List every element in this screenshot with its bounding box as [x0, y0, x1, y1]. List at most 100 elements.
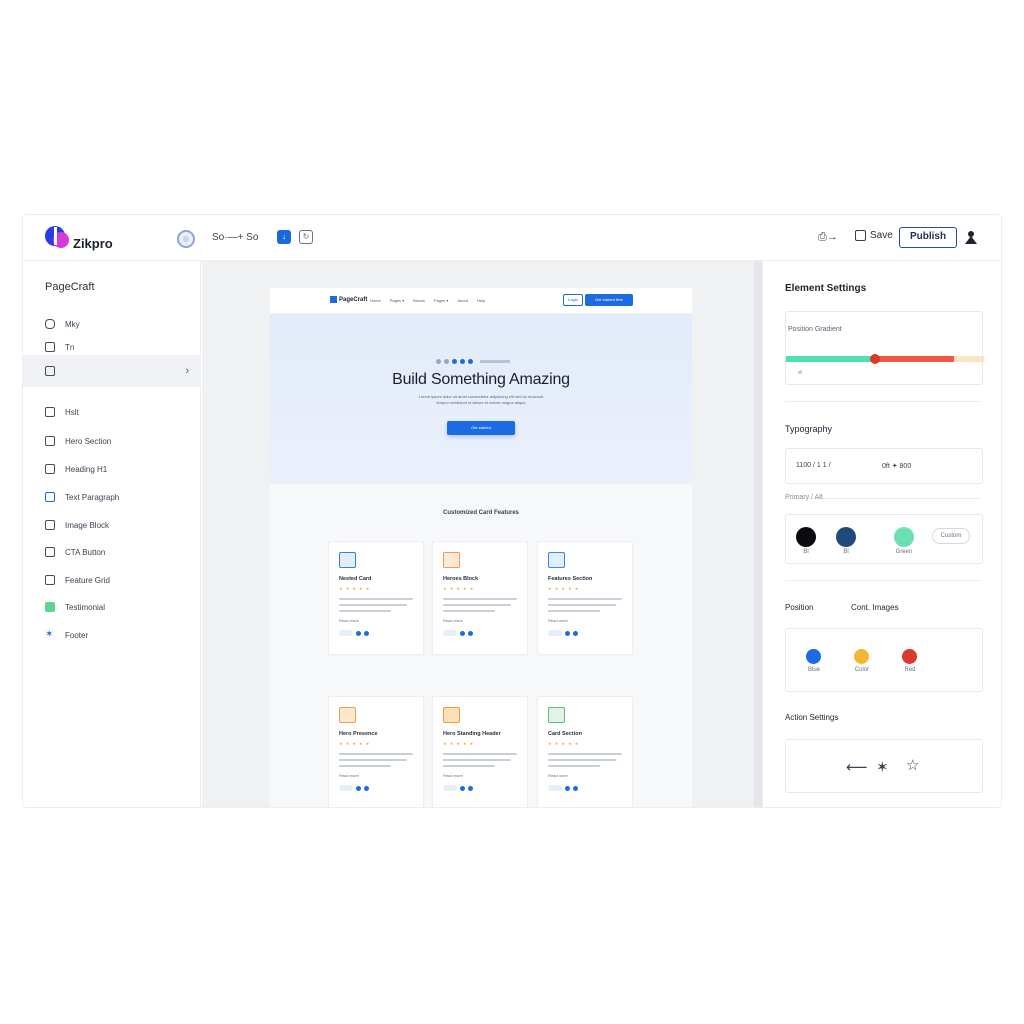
card-rating: ★ ★ ★ ★ ★ — [443, 586, 475, 591]
action-settings-panel[interactable]: ⟵ ✶ ☆ — [785, 739, 983, 793]
sidebar-title: PageCraft — [45, 281, 95, 293]
card-title: Hero Standing Header — [443, 731, 501, 737]
card-title: Hero Presence — [339, 731, 378, 737]
preview-button[interactable]: ⎙→ — [818, 231, 838, 244]
sparkle-icon[interactable]: ✶ — [876, 758, 889, 776]
section-icon — [45, 436, 55, 446]
gradient-slider[interactable] — [786, 354, 984, 364]
preview-cta-button[interactable]: Get started free — [585, 294, 633, 306]
sidebar-item-testimonial[interactable]: Testimonial — [23, 594, 201, 620]
refresh-icon[interactable]: ↻ — [299, 230, 313, 244]
globe-icon[interactable] — [177, 230, 195, 248]
save-toggle[interactable]: Save — [855, 230, 893, 241]
feature-card[interactable]: Nested Card ★ ★ ★ ★ ★ Read more — [328, 541, 424, 655]
color-swatch-mint[interactable] — [894, 527, 914, 547]
sidebar-item-label: Heading H1 — [65, 464, 108, 474]
preview-nav-link[interactable]: Pages ▾ — [390, 298, 404, 303]
accent-colors-panel[interactable]: Blue Color Red — [785, 628, 983, 692]
sidebar-item-hero-section[interactable]: Hero Section — [23, 428, 201, 454]
sidebar-item-active[interactable]: › — [23, 355, 201, 387]
preview-nav-link[interactable]: Help — [477, 298, 485, 303]
download-icon[interactable]: ↓ — [277, 230, 291, 244]
paragraph-icon — [45, 492, 55, 502]
divider — [785, 580, 981, 581]
card-tags — [443, 785, 473, 791]
sidebar-item-heading-h1[interactable]: Heading H1 — [23, 456, 201, 482]
card-read-more[interactable]: Read more — [548, 773, 568, 778]
card-read-more[interactable]: Read more — [443, 618, 463, 623]
card-read-more[interactable]: Read more — [443, 773, 463, 778]
features-section-title[interactable]: Customized Card Features — [270, 510, 692, 516]
card-icon — [443, 552, 460, 568]
sidebar-item-cta-button[interactable]: CTA Button — [23, 539, 201, 565]
hero-title[interactable]: Build Something Amazing — [270, 371, 692, 389]
font-size-field[interactable]: 1100 / 1 1 / — [796, 462, 831, 469]
preview-logo[interactable]: PageCraft — [330, 296, 367, 303]
card-rating: ★ ★ ★ ★ ★ — [339, 586, 371, 591]
user-icon[interactable] — [965, 230, 977, 244]
feature-card[interactable]: Heroes Block ★ ★ ★ ★ ★ Read more — [432, 541, 528, 655]
hero-cta-button[interactable]: Get started — [447, 421, 515, 435]
preview-hero-section[interactable]: Build Something Amazing Lorem ipsum dolo… — [270, 314, 692, 484]
sidebar-item-text-paragraph[interactable]: Text Paragraph — [23, 484, 201, 510]
color-swatch-navy[interactable] — [836, 527, 856, 547]
card-icon — [443, 707, 460, 723]
card-title: Nested Card — [339, 576, 372, 582]
sidebar-item-label: Footer — [65, 630, 89, 640]
block-icon — [45, 407, 55, 417]
components-sidebar: PageCraft Mky Tn › Hslt Hero Section Hea… — [23, 261, 201, 807]
canvas-scrollbar[interactable] — [754, 261, 762, 807]
publish-button[interactable]: Publish — [899, 227, 957, 248]
sidebar-item-label: Feature Grid — [65, 575, 110, 585]
gradient-knob[interactable] — [870, 354, 880, 364]
swatch-label: Green — [895, 549, 913, 555]
feature-card[interactable]: Hero Presence ★ ★ ★ ★ ★ Read more — [328, 696, 424, 807]
card-text-line — [339, 604, 407, 606]
feature-card[interactable]: Hero Standing Header ★ ★ ★ ★ ★ Read more — [432, 696, 528, 807]
sidebar-item-feature-grid[interactable]: Feature Grid — [23, 567, 201, 593]
preview-nav-link[interactable]: Home — [370, 298, 381, 303]
custom-color-button[interactable]: Custom — [932, 528, 970, 544]
page-preview[interactable]: PageCraft Home Pages ▾ Blocks Pages ▾ Ab… — [270, 288, 692, 807]
feature-card[interactable]: Features Section ★ ★ ★ ★ ★ Read more — [537, 541, 633, 655]
hero-subtitle[interactable]: Lorem ipsum dolor sit amet consectetur a… — [270, 394, 692, 406]
card-text-line — [443, 765, 495, 767]
preview-nav-link[interactable]: Pages ▾ — [434, 298, 448, 303]
back-arrow-icon[interactable]: ⟵ — [846, 758, 868, 776]
accent-swatch-red[interactable] — [902, 649, 917, 664]
top-toolbar: Zikpro Sᴏ·—+ Sᴏ ↓ ↻ ⎙→ Save Publish — [23, 215, 1001, 261]
save-checkbox[interactable] — [855, 230, 866, 241]
sidebar-item-label: Hslt — [65, 407, 79, 417]
card-read-more[interactable]: Read more — [339, 773, 359, 778]
card-icon — [548, 707, 565, 723]
card-text-line — [548, 753, 622, 755]
typography-panel[interactable]: 1100 / 1 1 / 0ft ✦ 800 — [785, 448, 983, 484]
sidebar-item-label: Hero Section — [65, 436, 112, 446]
heading-icon — [45, 464, 55, 474]
feature-card[interactable]: Card Section ★ ★ ★ ★ ★ Read more — [537, 696, 633, 807]
sidebar-item-image-block[interactable]: Image Block — [23, 512, 201, 538]
action-settings-title: Action Settings — [785, 713, 839, 722]
swatch-label: Color — [854, 667, 870, 673]
gradient-panel[interactable]: Position Gradient w — [785, 311, 984, 385]
save-label: Save — [870, 230, 893, 241]
color-swatch-black[interactable] — [796, 527, 816, 547]
star-icon[interactable]: ☆ — [906, 756, 919, 774]
font-weight-field[interactable]: 0ft ✦ 800 — [882, 462, 911, 470]
page-selector[interactable]: Sᴏ·—+ Sᴏ — [212, 232, 258, 243]
accent-swatch-yellow[interactable] — [854, 649, 869, 664]
card-read-more[interactable]: Read more — [339, 618, 359, 623]
sidebar-item-label: Image Block — [65, 520, 110, 530]
divider — [785, 401, 981, 402]
sidebar-item-footer[interactable]: ✶ Footer — [23, 622, 201, 648]
card-read-more[interactable]: Read more — [548, 618, 568, 623]
editor-canvas[interactable]: PageCraft Home Pages ▾ Blocks Pages ▾ Ab… — [202, 261, 754, 807]
colors-panel[interactable]: Bl Bl Green Custom — [785, 514, 983, 564]
preview-nav-link[interactable]: Blocks — [413, 298, 425, 303]
card-text-line — [443, 604, 511, 606]
preview-login-button[interactable]: Login — [563, 294, 583, 306]
sidebar-item-hslt[interactable]: Hslt — [23, 399, 201, 425]
accent-swatch-blue[interactable] — [806, 649, 821, 664]
preview-navbar[interactable]: PageCraft Home Pages ▾ Blocks Pages ▾ Ab… — [270, 288, 692, 314]
preview-nav-link[interactable]: About — [457, 298, 467, 303]
